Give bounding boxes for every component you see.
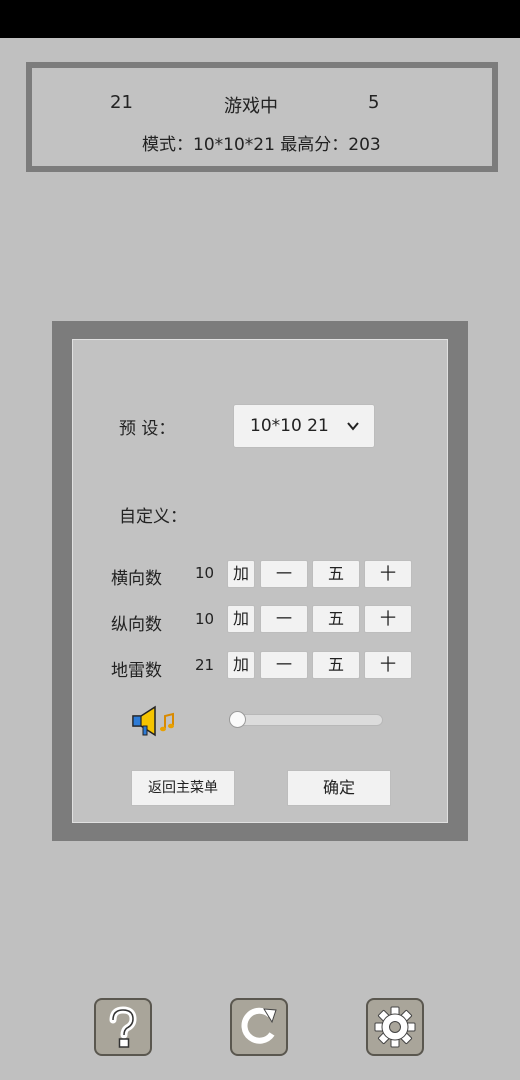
mines-one-button[interactable]: 一 xyxy=(260,651,308,679)
timer: 5 xyxy=(368,92,380,113)
settings-button[interactable] xyxy=(366,998,424,1056)
mines-five-button[interactable]: 五 xyxy=(312,651,360,679)
rows-one-button[interactable]: 一 xyxy=(260,605,308,633)
mines-ten-button[interactable]: 十 xyxy=(364,651,412,679)
back-to-menu-button[interactable]: 返回主菜单 xyxy=(131,770,235,806)
gear-icon xyxy=(374,1006,416,1048)
row-value-mines: 21 xyxy=(195,656,215,674)
custom-label: 自定义： xyxy=(119,507,187,527)
columns-ten-button[interactable]: 十 xyxy=(364,560,412,588)
restart-button[interactable] xyxy=(230,998,288,1056)
columns-five-button[interactable]: 五 xyxy=(312,560,360,588)
chevron-down-icon xyxy=(347,422,359,431)
game-status: 游戏中 xyxy=(224,96,278,117)
settings-dialog-frame: 预 设： 10*10 21 自定义： 横向数 10 加 一 五 十 纵向数 10… xyxy=(52,321,468,841)
mine-counter: 21 xyxy=(110,92,133,113)
restart-icon xyxy=(241,1007,277,1044)
confirm-button[interactable]: 确定 xyxy=(287,770,391,806)
row-label-rows: 纵向数 xyxy=(111,615,162,635)
preset-value: 10*10 21 xyxy=(250,416,329,436)
speaker-icon xyxy=(132,705,174,737)
mode-info: 模式：10*10*21 最高分：203 xyxy=(142,135,381,155)
preset-label: 预 设： xyxy=(119,419,176,439)
status-bar xyxy=(0,0,520,38)
help-button[interactable] xyxy=(94,998,152,1056)
row-value-columns: 10 xyxy=(195,564,215,582)
mines-add-button[interactable]: 加 xyxy=(227,651,255,679)
volume-slider-track[interactable] xyxy=(229,714,383,726)
columns-one-button[interactable]: 一 xyxy=(260,560,308,588)
rows-five-button[interactable]: 五 xyxy=(312,605,360,633)
settings-dialog: 预 设： 10*10 21 自定义： 横向数 10 加 一 五 十 纵向数 10… xyxy=(72,339,448,823)
question-icon xyxy=(109,1006,137,1048)
rows-add-button[interactable]: 加 xyxy=(227,605,255,633)
scoreboard: 21 游戏中 5 模式：10*10*21 最高分：203 xyxy=(26,62,498,172)
columns-add-button[interactable]: 加 xyxy=(227,560,255,588)
preset-dropdown[interactable]: 10*10 21 xyxy=(233,404,375,448)
row-label-columns: 横向数 xyxy=(111,569,162,589)
volume-slider-handle[interactable] xyxy=(229,711,246,728)
rows-ten-button[interactable]: 十 xyxy=(364,605,412,633)
row-value-rows: 10 xyxy=(195,610,215,628)
row-label-mines: 地雷数 xyxy=(111,661,162,681)
